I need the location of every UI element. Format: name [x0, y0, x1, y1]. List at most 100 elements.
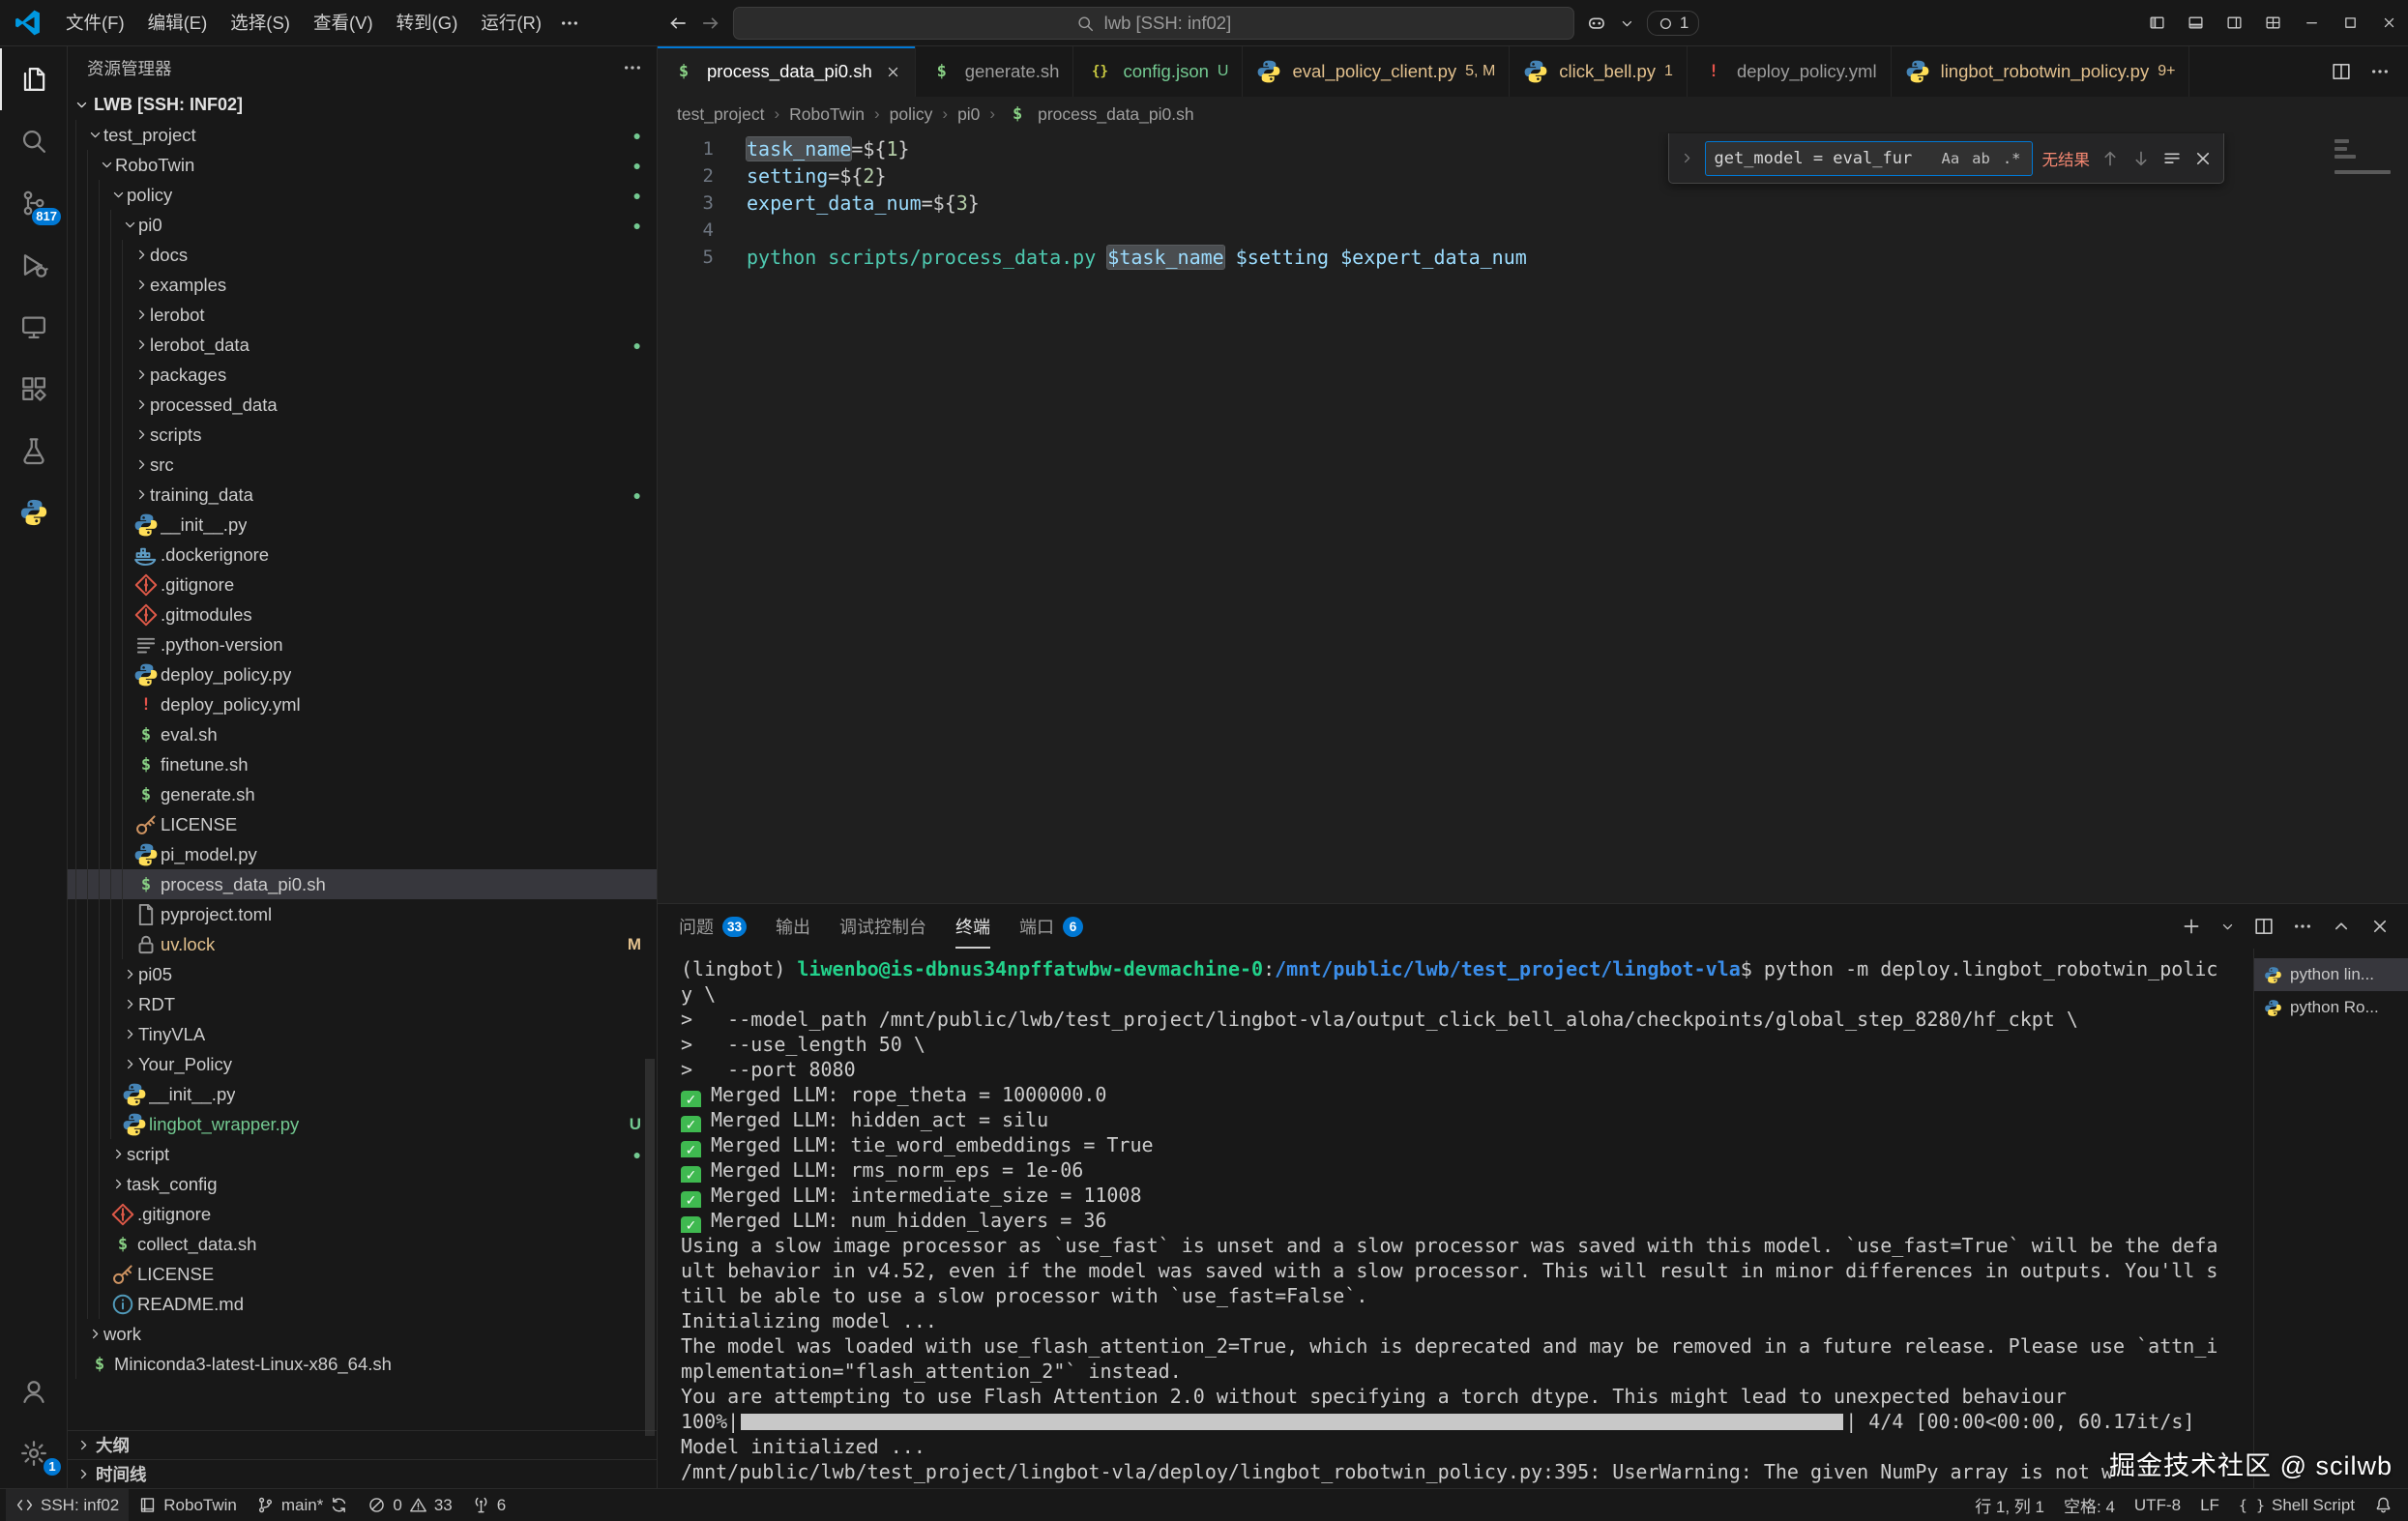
tree-item-packages[interactable]: packages	[68, 360, 657, 390]
tree-item-lerobot[interactable]: lerobot	[68, 300, 657, 330]
panel-tab-终端[interactable]: 终端	[955, 904, 990, 949]
tree-item-training_data[interactable]: training_data●	[68, 480, 657, 510]
activity-testing[interactable]	[0, 420, 68, 482]
outline-section[interactable]: 大纲	[68, 1430, 657, 1459]
timeline-section[interactable]: 时间线	[68, 1459, 657, 1488]
tree-item-.python-version[interactable]: .python-version	[68, 629, 657, 659]
explorer-more-icon[interactable]	[622, 57, 643, 78]
tree-item-deploy_policy.yml[interactable]: !deploy_policy.yml	[68, 689, 657, 719]
language-mode[interactable]: { }Shell Script	[2229, 1489, 2364, 1521]
activity-python[interactable]	[0, 482, 68, 543]
minimap[interactable]	[2335, 139, 2393, 174]
copilot-icon[interactable]	[1586, 13, 1607, 34]
maximize-icon[interactable]	[2331, 0, 2369, 45]
panel-tab-调试控制台[interactable]: 调试控制台	[839, 904, 926, 949]
tree-item-collect_data.sh[interactable]: $collect_data.sh	[68, 1229, 657, 1259]
tree-item-examples[interactable]: examples	[68, 270, 657, 300]
panel-tab-输出[interactable]: 输出	[776, 904, 810, 949]
tab-close-icon[interactable]	[885, 64, 901, 80]
new-terminal-icon[interactable]	[2181, 916, 2202, 937]
terminal-list-item[interactable]: python lin...	[2254, 958, 2408, 991]
command-center-search[interactable]: lwb [SSH: inf02]	[733, 7, 1574, 40]
tree-item-.gitignore[interactable]: .gitignore	[68, 1199, 657, 1229]
problems-indicator[interactable]: 033	[358, 1489, 461, 1521]
tree-item-uv.lock[interactable]: uv.lockM	[68, 929, 657, 959]
tree-item-pyproject.toml[interactable]: pyproject.toml	[68, 899, 657, 929]
tree-item-TinyVLA[interactable]: TinyVLA	[68, 1019, 657, 1049]
tree-item-LICENSE[interactable]: LICENSE	[68, 809, 657, 839]
notifications-bell[interactable]	[2364, 1489, 2402, 1521]
window-close-icon[interactable]	[2369, 0, 2408, 45]
toggle-sidebar-icon[interactable]	[2137, 0, 2176, 45]
tree-item-__init__.py[interactable]: __init__.py	[68, 1079, 657, 1109]
terminal-output[interactable]: (lingbot) liwenbo@is-dbnus34npffatwbw-de…	[658, 949, 2253, 1488]
nav-forward-icon[interactable]	[700, 13, 721, 34]
tree-item-generate.sh[interactable]: $generate.sh	[68, 779, 657, 809]
tree-item-.dockerignore[interactable]: .dockerignore	[68, 540, 657, 570]
split-editor-icon[interactable]	[2331, 61, 2352, 82]
remote-indicator[interactable]: SSH: inf02	[6, 1489, 129, 1521]
code-editor[interactable]: 1task_name=${1}2setting=${2}3expert_data…	[658, 132, 2408, 903]
tree-item-.gitmodules[interactable]: .gitmodules	[68, 600, 657, 629]
branch-indicator[interactable]: main*	[247, 1489, 358, 1521]
minimize-icon[interactable]	[2292, 0, 2331, 45]
regex-icon[interactable]: .*	[2000, 148, 2024, 169]
terminal-profile-chevron-icon[interactable]	[2219, 919, 2236, 935]
tree-item-RDT[interactable]: RDT	[68, 989, 657, 1019]
indentation-setting[interactable]: 空格: 4	[2054, 1489, 2125, 1521]
panel-tab-端口[interactable]: 端口6	[1019, 904, 1083, 949]
editor-tab-click_bell.py[interactable]: click_bell.py1	[1510, 46, 1688, 97]
tree-item-lerobot_data[interactable]: lerobot_data●	[68, 330, 657, 360]
editor-tab-eval_policy_client.py[interactable]: eval_policy_client.py5, M	[1243, 46, 1510, 97]
activity-settings[interactable]: 1	[0, 1422, 68, 1484]
window-indicator-badge[interactable]: 1	[1647, 11, 1699, 36]
customize-layout-icon[interactable]	[2253, 0, 2292, 45]
editor-tab-generate.sh[interactable]: $generate.sh	[916, 46, 1074, 97]
tree-item-LICENSE[interactable]: LICENSE	[68, 1259, 657, 1289]
activity-run-debug[interactable]	[0, 234, 68, 296]
whole-word-icon[interactable]: ab	[1969, 148, 1993, 169]
tree-item-src[interactable]: src	[68, 450, 657, 480]
eol-setting[interactable]: LF	[2190, 1489, 2229, 1521]
breadcrumb-file[interactable]: $process_data_pi0.sh	[1005, 103, 1194, 125]
find-prev-icon[interactable]	[2100, 148, 2121, 169]
panel-close-icon[interactable]	[2369, 916, 2391, 937]
editor-tab-deploy_policy.yml[interactable]: !deploy_policy.yml	[1688, 46, 1892, 97]
find-in-selection-icon[interactable]	[2161, 148, 2183, 169]
menu-运行(R)[interactable]: 运行(R)	[469, 7, 553, 40]
activity-extensions[interactable]	[0, 358, 68, 420]
ports-indicator[interactable]: 6	[462, 1489, 515, 1521]
menu-文件(F)[interactable]: 文件(F)	[54, 7, 136, 40]
tree-item-pi0[interactable]: pi0●	[68, 210, 657, 240]
tree-item-eval.sh[interactable]: $eval.sh	[68, 719, 657, 749]
find-input[interactable]	[1714, 149, 1931, 168]
tree-item-pi05[interactable]: pi05	[68, 959, 657, 989]
breadcrumb-item[interactable]: RoboTwin	[789, 104, 865, 125]
split-terminal-icon[interactable]	[2253, 916, 2275, 937]
sidebar-scrollbar[interactable]	[645, 1059, 655, 1436]
tree-item-docs[interactable]: docs	[68, 240, 657, 270]
editor-more-icon[interactable]	[2369, 61, 2391, 82]
tree-item-RoboTwin[interactable]: RoboTwin●	[68, 150, 657, 180]
breadcrumb-item[interactable]: policy	[890, 104, 933, 125]
activity-search[interactable]	[0, 110, 68, 172]
repo-indicator[interactable]: RoboTwin	[129, 1489, 247, 1521]
panel-more-icon[interactable]	[2292, 916, 2313, 937]
toggle-panel-icon[interactable]	[2176, 0, 2215, 45]
editor-tab-config.json[interactable]: {}config.jsonU	[1073, 46, 1243, 97]
encoding-setting[interactable]: UTF-8	[2125, 1489, 2190, 1521]
tree-item-processed_data[interactable]: processed_data	[68, 390, 657, 420]
menu-overflow-icon[interactable]	[553, 13, 586, 34]
editor-tab-lingbot_robotwin_policy.py[interactable]: lingbot_robotwin_policy.py9+	[1892, 46, 2190, 97]
copilot-chevron-icon[interactable]	[1619, 15, 1635, 32]
tree-item-README.md[interactable]: README.md	[68, 1289, 657, 1319]
maximize-panel-icon[interactable]	[2331, 916, 2352, 937]
tree-item-finetune.sh[interactable]: $finetune.sh	[68, 749, 657, 779]
nav-back-icon[interactable]	[667, 13, 689, 34]
find-expand-icon[interactable]	[1679, 150, 1695, 166]
tree-item-lingbot_wrapper.py[interactable]: lingbot_wrapper.pyU	[68, 1109, 657, 1139]
toggle-secondary-sidebar-icon[interactable]	[2215, 0, 2253, 45]
tree-item-policy[interactable]: policy●	[68, 180, 657, 210]
menu-编辑(E)[interactable]: 编辑(E)	[136, 7, 220, 40]
match-case-icon[interactable]: Aa	[1938, 148, 1962, 169]
